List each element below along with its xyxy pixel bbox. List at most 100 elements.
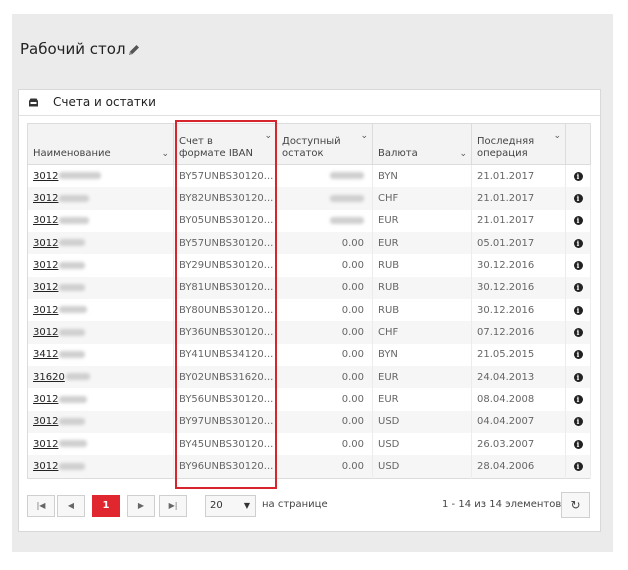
account-iban-cell: BY05UNBS30120...	[173, 209, 277, 233]
table-row[interactable]: 3012 BY97UNBS30120... 0.00 USD 04.04.2007 i	[27, 410, 591, 434]
table-row[interactable]: 3012 BY57UNBS30120... BYN 21.01.2017 i	[27, 164, 591, 188]
info-cell: i	[565, 321, 591, 344]
table-row[interactable]: 3012 BY81UNBS30120... 0.00 RUB 30.12.2016 i	[27, 276, 591, 300]
info-icon[interactable]: i	[573, 462, 583, 472]
info-icon[interactable]: i	[573, 171, 583, 181]
account-name-link[interactable]: 3012	[33, 238, 58, 249]
account-name-link[interactable]: 3012	[33, 193, 58, 204]
account-name-cell: 3012	[27, 164, 174, 188]
account-name-link[interactable]: 3012	[33, 416, 58, 427]
info-icon[interactable]: i	[573, 439, 583, 449]
balance-value: 0.00	[341, 304, 364, 316]
balance-value: 0.00	[341, 394, 364, 406]
page-title: Рабочий стол	[20, 40, 126, 58]
table-row[interactable]: 3012 BY57UNBS30120... 0.00 EUR 05.01.2017 i	[27, 232, 591, 255]
info-icon[interactable]: i	[573, 283, 583, 293]
account-name-link[interactable]: 3012	[33, 461, 58, 472]
chevron-down-icon[interactable]: ⌄	[553, 130, 561, 142]
redacted-text	[59, 194, 90, 202]
table-row[interactable]: 3412 BY41UNBS34120... 0.00 BYN 21.05.2015 i	[27, 343, 591, 367]
chevron-down-icon[interactable]: ⌄	[161, 148, 169, 160]
table-row[interactable]: 3012 BY80UNBS30120... 0.00 RUB 30.12.2016 i	[27, 299, 591, 322]
next-page-button[interactable]: ▶	[127, 495, 155, 517]
chevron-down-icon[interactable]: ⌄	[459, 148, 467, 160]
account-name-link[interactable]: 3012	[33, 215, 58, 226]
account-currency-cell: USD	[372, 455, 472, 479]
account-balance-cell: 0.00	[276, 455, 373, 479]
table-row[interactable]: 3012 BY45UNBS30120... 0.00 USD 26.03.2007 i	[27, 433, 591, 456]
account-name-cell: 3012	[27, 410, 174, 434]
redacted-text	[59, 216, 90, 224]
account-name-cell: 3012	[27, 187, 174, 210]
info-icon[interactable]: i	[573, 372, 583, 382]
info-icon[interactable]: i	[573, 305, 583, 315]
info-icon[interactable]: i	[573, 350, 583, 360]
info-icon[interactable]: i	[573, 395, 583, 405]
first-page-button[interactable]: |◀	[27, 495, 55, 517]
account-currency-cell: EUR	[372, 209, 472, 233]
refresh-button[interactable]: ↻	[561, 492, 590, 518]
info-icon[interactable]: i	[573, 238, 583, 248]
page-size-select[interactable]: 20 ▼	[205, 495, 256, 517]
table-row[interactable]: 3012 BY56UNBS30120... 0.00 EUR 08.04.2008 i	[27, 388, 591, 411]
account-name-link[interactable]: 3012	[33, 305, 58, 316]
account-name-link[interactable]: 3012	[33, 171, 58, 182]
table-row[interactable]: 3012 BY05UNBS30120... EUR 21.01.2017 i	[27, 209, 591, 233]
table-row[interactable]: 3012 BY82UNBS30120... CHF 21.01.2017 i	[27, 187, 591, 210]
account-name-link[interactable]: 3012	[33, 260, 58, 271]
account-name-cell: 3012	[27, 388, 174, 411]
last-page-button[interactable]: ▶|	[159, 495, 187, 517]
info-icon[interactable]: i	[573, 261, 583, 271]
account-iban-cell: BY45UNBS30120...	[173, 433, 277, 456]
info-cell: i	[565, 164, 591, 188]
accounts-table: Наименование ⌄ Счет в формате IBAN ⌄ Дос…	[27, 123, 591, 479]
account-iban-cell: BY96UNBS30120...	[173, 455, 277, 479]
redacted-text	[330, 172, 364, 180]
info-icon[interactable]: i	[573, 194, 583, 204]
account-name-link[interactable]: 3012	[33, 439, 58, 450]
account-currency-cell: USD	[372, 433, 472, 456]
balance-value: 0.00	[341, 237, 364, 249]
account-last-operation-cell: 21.01.2017	[471, 187, 566, 210]
redacted-text	[59, 462, 86, 470]
account-currency-cell: EUR	[372, 232, 472, 255]
account-name-link[interactable]: 3412	[33, 349, 58, 360]
account-last-operation-cell: 21.01.2017	[471, 164, 566, 188]
pencil-icon[interactable]	[127, 43, 141, 57]
prev-page-button[interactable]: ◀	[57, 495, 85, 517]
account-name-link[interactable]: 3012	[33, 327, 58, 338]
column-header-name[interactable]: Наименование ⌄	[27, 123, 174, 165]
account-name-link[interactable]: 3012	[33, 282, 58, 293]
account-iban-cell: BY82UNBS30120...	[173, 187, 277, 210]
table-row[interactable]: 3012 BY36UNBS30120... 0.00 CHF 07.12.2016 i	[27, 321, 591, 344]
column-header-balance[interactable]: Доступный остаток ⌄	[276, 123, 373, 165]
account-name-link[interactable]: 3012	[33, 394, 58, 405]
account-name-link[interactable]: 31620	[33, 372, 65, 383]
table-row[interactable]: 31620 BY02UNBS31620... 0.00 EUR 24.04.2013 i	[27, 366, 591, 389]
account-iban-cell: BY36UNBS30120...	[173, 321, 277, 344]
column-header-last-operation[interactable]: Последняя операция ⌄	[471, 123, 566, 165]
info-icon[interactable]: i	[573, 417, 583, 427]
account-last-operation-cell: 28.04.2006	[471, 455, 566, 479]
wallet-icon	[29, 98, 38, 107]
info-icon[interactable]: i	[573, 216, 583, 226]
chevron-down-icon[interactable]: ⌄	[264, 130, 272, 142]
per-page-label: на странице	[262, 499, 328, 510]
column-header-iban[interactable]: Счет в формате IBAN ⌄	[173, 123, 277, 165]
info-icon[interactable]: i	[573, 328, 583, 338]
account-last-operation-cell: 30.12.2016	[471, 299, 566, 322]
account-name-cell: 3012	[27, 254, 174, 277]
account-currency-cell: EUR	[372, 366, 472, 389]
page-button-current[interactable]: 1	[92, 495, 120, 517]
account-balance-cell: 0.00	[276, 410, 373, 434]
balance-value: 0.00	[341, 327, 364, 339]
column-header-currency[interactable]: Валюта ⌄	[372, 123, 472, 165]
table-row[interactable]: 3012 BY29UNBS30120... 0.00 RUB 30.12.2016 i	[27, 254, 591, 277]
table-row[interactable]: 3012 BY96UNBS30120... 0.00 USD 28.04.2006 i	[27, 455, 591, 479]
info-cell: i	[565, 343, 591, 367]
account-balance-cell: 0.00	[276, 343, 373, 367]
chevron-down-icon[interactable]: ⌄	[360, 130, 368, 142]
account-iban-cell: BY97UNBS30120...	[173, 410, 277, 434]
panel-header: Счета и остатки	[19, 90, 600, 116]
caret-down-icon: ▼	[243, 501, 250, 510]
